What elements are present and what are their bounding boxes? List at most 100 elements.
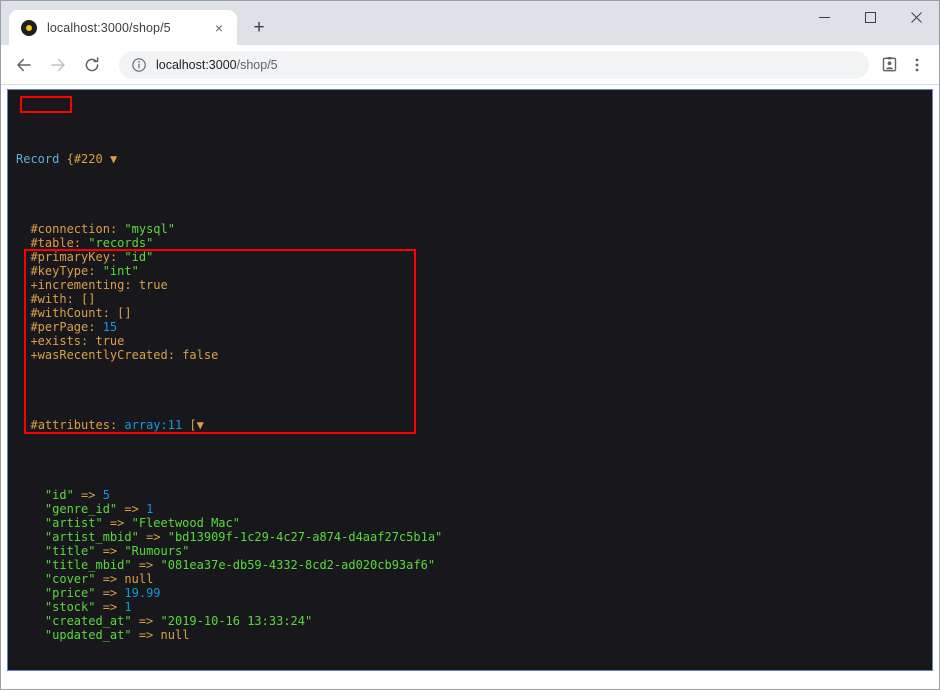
dump-attribute-key: "price": [44, 586, 96, 600]
dump-property-line: #table: "records": [16, 236, 924, 250]
dump-property-name: +wasRecentlyCreated: [30, 348, 168, 362]
dump-attribute-line: "artist" => "Fleetwood Mac": [16, 516, 924, 530]
dump-attribute-key: "cover": [44, 572, 96, 586]
dump-property-name: #primaryKey: [30, 250, 110, 264]
dump-property-value: []: [117, 306, 132, 320]
var-dump-panel: Record {#220 ▼ #connection: "mysql" #tab…: [7, 89, 933, 671]
dump-property-line: #keyType: "int": [16, 264, 924, 278]
dump-colon: :: [167, 348, 183, 362]
address-bar[interactable]: localhost:3000/shop/5: [119, 50, 869, 79]
chevron-down-icon[interactable]: ▼: [197, 418, 204, 432]
forward-button[interactable]: [43, 50, 73, 80]
dump-attribute-value: 1: [124, 600, 132, 614]
dump-attribute-value: "081ea37e-db59-4332-8cd2-ad020cb93af6": [160, 558, 436, 572]
browser-tab[interactable]: localhost:3000/shop/5 ×: [9, 10, 237, 45]
dump-arrow: =>: [131, 558, 161, 572]
dump-attribute-line: "artist_mbid" => "bd13909f-1c29-4c27-a87…: [16, 530, 924, 544]
dump-property-value: []: [81, 292, 96, 306]
dump-arrow: =>: [138, 530, 168, 544]
dump-object-id: {#220: [66, 152, 103, 166]
dump-property-name: #connection: [30, 222, 110, 236]
dump-property-name: +exists: [30, 334, 82, 348]
dump-colon: :: [66, 292, 82, 306]
new-tab-button[interactable]: +: [245, 13, 273, 41]
dump-arrow: =>: [131, 614, 161, 628]
info-circle-icon[interactable]: [131, 57, 147, 73]
dump-property-line: #primaryKey: "id": [16, 250, 924, 264]
dump-property-line: +exists: true: [16, 334, 924, 348]
dump-property-value: false: [182, 348, 219, 362]
dump-attribute-key: "id": [44, 488, 74, 502]
close-button[interactable]: [893, 1, 939, 33]
close-icon[interactable]: ×: [210, 19, 228, 37]
dump-attribute-line: "title_mbid" => "081ea37e-db59-4332-8cd2…: [16, 558, 924, 572]
dump-attribute-key: "genre_id": [44, 502, 118, 516]
dump-attribute-value: 19.99: [124, 586, 161, 600]
dump-colon: :: [88, 320, 103, 334]
dump-attributes-type: array:11: [124, 418, 183, 432]
dump-attribute-value: 5: [102, 488, 110, 502]
dump-colon: :: [124, 278, 139, 292]
back-button[interactable]: [9, 50, 39, 80]
dump-property-value: "id": [124, 250, 154, 264]
dump-colon: :: [88, 264, 103, 278]
dump-colon: :: [109, 250, 125, 264]
dump-property-value: "records": [88, 236, 154, 250]
dump-colon: :: [109, 222, 125, 236]
dump-root-line: Record {#220 ▼: [16, 152, 924, 166]
dump-attribute-key: "artist": [44, 516, 103, 530]
reload-button[interactable]: [77, 50, 107, 80]
dump-arrow: =>: [102, 516, 132, 530]
dump-properties-before: #connection: "mysql" #table: "records" #…: [16, 222, 924, 362]
dump-arrow: =>: [95, 544, 125, 558]
dump-attribute-rows: "id" => 5 "genre_id" => 1 "artist" => "F…: [16, 488, 924, 642]
dump-attribute-key: "title_mbid": [44, 558, 132, 572]
dump-attribute-value: null: [160, 628, 190, 642]
dump-property-name: #withCount: [30, 306, 103, 320]
dump-attribute-value: "bd13909f-1c29-4c27-a874-d4aaf27c5b1a": [167, 530, 443, 544]
dump-arrow: =>: [95, 586, 125, 600]
tab-strip: localhost:3000/shop/5 × +: [1, 1, 939, 45]
dump-property-line: #with: []: [16, 292, 924, 306]
dump-class-name[interactable]: Record: [16, 152, 59, 166]
browser-window: localhost:3000/shop/5 × + localhost:3000…: [0, 0, 940, 690]
dump-property-value: "mysql": [124, 222, 175, 236]
window-controls: [801, 1, 939, 33]
dump-attribute-key: "updated_at": [44, 628, 132, 642]
tab-title: localhost:3000/shop/5: [47, 20, 171, 35]
dump-property-value: "int": [102, 264, 139, 278]
browser-toolbar: localhost:3000/shop/5: [1, 45, 939, 85]
dump-property-line: +wasRecentlyCreated: false: [16, 348, 924, 362]
dump-attribute-line: "stock" => 1: [16, 600, 924, 614]
dump-property-value: 15: [102, 320, 118, 334]
dump-property-name: +incrementing: [30, 278, 125, 292]
dump-attribute-line: "id" => 5: [16, 488, 924, 502]
dump-property-line: #perPage: 15: [16, 320, 924, 334]
dump-property-name: #perPage: [30, 320, 89, 334]
dump-property-line: +incrementing: true: [16, 278, 924, 292]
dump-attribute-value: "Rumours": [124, 544, 190, 558]
dump-attributes-header: #attributes: array:11 [▼: [30, 418, 204, 432]
minimize-button[interactable]: [801, 1, 847, 33]
dump-property-value: true: [138, 278, 168, 292]
dump-attribute-value: 1: [146, 502, 154, 516]
dump-attribute-key: "created_at": [44, 614, 132, 628]
dump-attribute-line: "price" => 19.99: [16, 586, 924, 600]
page-viewport: Record {#220 ▼ #connection: "mysql" #tab…: [1, 85, 939, 689]
dump-arrow: =>: [95, 600, 125, 614]
address-bar-text: localhost:3000/shop/5: [156, 58, 278, 72]
dump-attribute-line: "created_at" => "2019-10-16 13:33:24": [16, 614, 924, 628]
dump-attribute-key: "title": [44, 544, 96, 558]
maximize-button[interactable]: [847, 1, 893, 33]
dump-property-name: #keyType: [30, 264, 89, 278]
dump-arrow: =>: [131, 628, 161, 642]
kebab-menu-icon[interactable]: [903, 51, 931, 79]
dump-attribute-line: "updated_at" => null: [16, 628, 924, 642]
profile-card-icon[interactable]: [875, 51, 903, 79]
dump-attribute-key: "stock": [44, 600, 96, 614]
chevron-down-icon[interactable]: ▼: [110, 152, 117, 166]
dump-attribute-line: "cover" => null: [16, 572, 924, 586]
vinyl-record-icon: [21, 19, 37, 36]
dump-attribute-value: null: [124, 572, 154, 586]
dump-colon: :: [102, 306, 118, 320]
